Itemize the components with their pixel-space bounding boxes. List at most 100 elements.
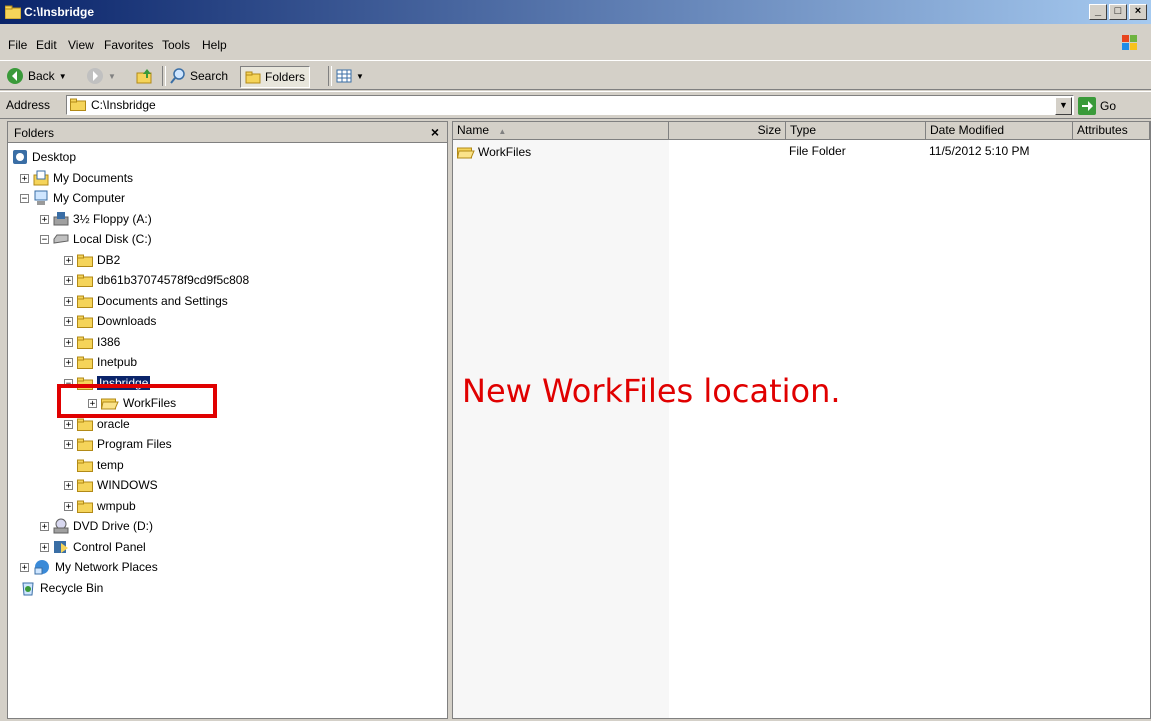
tree-item[interactable]: + DVD Drive (D:)	[40, 517, 153, 535]
expand-icon[interactable]: +	[64, 337, 73, 347]
go-arrow-icon	[1078, 97, 1096, 115]
back-button[interactable]: Back ▼	[6, 66, 67, 86]
views-grid-icon	[336, 69, 352, 83]
tree-item[interactable]: + Program Files	[64, 435, 172, 453]
column-date-label: Date Modified	[930, 123, 1005, 137]
folders-button[interactable]: Folders	[240, 66, 311, 88]
expand-icon[interactable]: +	[64, 419, 73, 429]
tree-item-label: Inetpub	[97, 355, 138, 369]
standard-toolbar: Back ▼ ▼ Search Folders ▼	[0, 60, 1151, 90]
expand-icon[interactable]: +	[64, 357, 73, 367]
tree-item[interactable]: + Documents and Settings	[64, 292, 228, 310]
close-folder-pane-button[interactable]: ×	[431, 124, 439, 140]
tree-item[interactable]: + Control Panel	[40, 538, 146, 556]
go-label: Go	[1100, 99, 1117, 113]
address-input[interactable]: C:\Insbridge ▼	[66, 95, 1074, 115]
dvd-drive-icon	[53, 518, 69, 534]
expand-icon[interactable]: +	[40, 542, 49, 552]
menu-file[interactable]: File	[8, 38, 27, 52]
expand-icon[interactable]: +	[64, 501, 73, 511]
tree-item[interactable]: + Inetpub	[64, 353, 137, 371]
go-button[interactable]: Go	[1078, 97, 1116, 115]
collapse-icon[interactable]: −	[40, 234, 49, 244]
address-dropdown-button[interactable]: ▼	[1055, 97, 1072, 115]
desktop-icon	[13, 150, 27, 164]
menu-help[interactable]: Help	[202, 38, 227, 52]
menu-bar: File Edit View Favorites Tools Help	[0, 34, 1151, 56]
tree-item-label: Control Panel	[73, 540, 146, 554]
folder-icon	[77, 315, 93, 328]
expand-icon[interactable]: +	[64, 255, 73, 265]
menu-tools[interactable]: Tools	[162, 38, 190, 52]
expand-icon[interactable]: +	[20, 173, 29, 183]
tree-item-label: 3½ Floppy (A:)	[73, 212, 152, 226]
address-bar: Address C:\Insbridge ▼ Go	[0, 91, 1151, 119]
file-row[interactable]: WorkFiles	[457, 144, 531, 160]
search-label: Search	[190, 69, 229, 83]
expand-icon[interactable]: +	[64, 480, 73, 490]
tree-item[interactable]: + DB2	[64, 251, 120, 269]
folder-icon	[77, 274, 93, 287]
tree-item[interactable]: temp	[64, 456, 124, 474]
maximize-button[interactable]: □	[1109, 4, 1127, 20]
tree-item[interactable]: Desktop	[12, 148, 76, 166]
column-header-name[interactable]: Name ▲	[453, 122, 669, 140]
column-attributes-label: Attributes	[1077, 123, 1128, 137]
tree-item[interactable]: + wmpub	[64, 497, 136, 515]
menu-favorites[interactable]: Favorites	[104, 38, 153, 52]
explorer-window: C:\Insbridge _ □ × File Edit View Favori…	[0, 0, 1151, 721]
expand-icon[interactable]: +	[64, 275, 73, 285]
tree-item-label: DB2	[97, 253, 121, 267]
folders-icon	[245, 71, 261, 84]
file-date-modified: 11/5/2012 5:10 PM	[929, 144, 1030, 158]
column-header-date-modified[interactable]: Date Modified	[926, 122, 1073, 140]
folder-icon	[77, 418, 93, 431]
search-button[interactable]: Search	[170, 66, 228, 86]
file-name: WorkFiles	[478, 145, 532, 159]
views-button[interactable]: ▼	[336, 66, 364, 86]
tree-item-label: I386	[97, 335, 121, 349]
tree-item[interactable]: +3½ Floppy (A:)	[40, 210, 152, 228]
expand-icon[interactable]: +	[64, 439, 73, 449]
folder-icon	[77, 295, 93, 308]
column-header-attributes[interactable]: Attributes	[1073, 122, 1150, 140]
tree-item[interactable]: + My Documents	[20, 169, 133, 187]
annotation-highlight-box	[57, 384, 217, 418]
expand-icon[interactable]: +	[64, 296, 73, 306]
folder-icon	[77, 336, 93, 349]
folder-icon	[77, 479, 93, 492]
tree-item[interactable]: − Local Disk (C:)	[40, 230, 152, 248]
control-panel-icon	[54, 541, 68, 553]
column-header-type[interactable]: Type	[786, 122, 926, 140]
menu-edit[interactable]: Edit	[36, 38, 57, 52]
tree-item[interactable]: + db61b37074578f9cd9f5c808	[64, 271, 249, 289]
expand-icon[interactable]: +	[20, 562, 29, 572]
close-button[interactable]: ×	[1129, 4, 1147, 20]
tree-item-label: oracle	[97, 417, 130, 431]
up-folder-button[interactable]	[136, 66, 154, 86]
tree-item[interactable]: + WINDOWS	[64, 476, 158, 494]
expand-icon[interactable]: +	[40, 214, 49, 224]
tree-item[interactable]: − My Computer	[20, 189, 125, 207]
tree-item-label: Documents and Settings	[97, 294, 228, 308]
column-type-label: Type	[790, 123, 817, 137]
tree-item-label: Local Disk (C:)	[73, 232, 152, 246]
folder-pane-header: Folders ×	[8, 122, 447, 143]
tree-item[interactable]: Recycle Bin	[20, 579, 103, 597]
tree-item[interactable]: + Downloads	[64, 312, 156, 330]
title-bar[interactable]: C:\Insbridge _ □ ×	[0, 0, 1151, 24]
annotation-text: New WorkFiles location.	[462, 372, 841, 410]
back-arrow-icon	[7, 68, 23, 84]
menu-view[interactable]: View	[68, 38, 94, 52]
tree-item[interactable]: + My Network Places	[20, 558, 158, 576]
collapse-icon[interactable]: −	[20, 193, 29, 203]
expand-icon[interactable]: +	[40, 521, 49, 531]
expand-icon[interactable]: +	[64, 316, 73, 326]
column-header-size[interactable]: Size	[669, 122, 786, 140]
forward-button[interactable]: ▼	[86, 66, 116, 86]
tree-item[interactable]: + I386	[64, 333, 120, 351]
minimize-button[interactable]: _	[1089, 4, 1107, 20]
open-folder-icon	[457, 147, 475, 158]
folder-icon	[70, 98, 86, 111]
folder-icon	[77, 459, 93, 472]
